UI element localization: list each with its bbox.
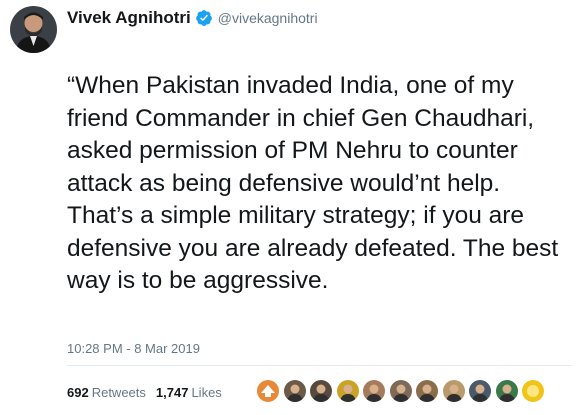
liker-avatar-image xyxy=(363,380,385,402)
likes-count: 1,747 xyxy=(155,385,189,400)
liker-avatar-image xyxy=(389,380,412,402)
liker-avatar-image xyxy=(469,380,491,402)
author-name[interactable]: Vivek Agnihotri xyxy=(67,8,191,28)
liker-avatar[interactable] xyxy=(521,379,545,403)
liker-avatar-image xyxy=(495,380,518,402)
liker-avatar[interactable] xyxy=(256,379,280,403)
retweets-count: 692 xyxy=(67,385,89,400)
liker-avatar[interactable] xyxy=(309,379,333,403)
liker-avatar-image xyxy=(283,380,306,402)
avatar-image xyxy=(10,6,57,53)
author-handle[interactable]: @vivekagnihotri xyxy=(218,10,318,26)
liker-avatar-image xyxy=(522,380,544,402)
liker-avatars xyxy=(256,379,548,403)
liker-avatar[interactable] xyxy=(415,379,439,403)
tweet-stats: 692 Retweets 1,747 Likes xyxy=(67,385,222,400)
liker-avatar[interactable] xyxy=(494,379,519,403)
likes-label: Likes xyxy=(191,385,222,400)
likes-stat[interactable]: 1,747 Likes xyxy=(156,385,222,400)
retweets-stat[interactable]: 692 Retweets xyxy=(67,385,146,400)
liker-avatar[interactable] xyxy=(335,379,360,403)
liker-avatar-image xyxy=(416,380,438,402)
author-row: Vivek Agnihotri @vivekagnihotri xyxy=(67,8,318,28)
tweet-card: Vivek Agnihotri @vivekagnihotri “When Pa… xyxy=(0,0,580,415)
liker-avatar-image xyxy=(257,380,279,402)
liker-avatar[interactable] xyxy=(468,379,492,403)
liker-avatar[interactable] xyxy=(282,379,307,403)
verified-badge-icon xyxy=(195,10,212,26)
divider xyxy=(67,365,572,366)
liker-avatar-image xyxy=(442,380,465,402)
avatar[interactable] xyxy=(10,6,57,53)
tweet-timestamp[interactable]: 10:28 PM - 8 Mar 2019 xyxy=(67,341,200,356)
liker-avatar[interactable] xyxy=(441,379,466,403)
liker-avatar[interactable] xyxy=(362,379,386,403)
liker-avatar[interactable] xyxy=(388,379,413,403)
liker-avatar-image xyxy=(336,380,359,402)
retweets-label: Retweets xyxy=(91,385,146,400)
tweet-text: “When Pakistan invaded India, one of my … xyxy=(67,72,559,294)
liker-avatar-image xyxy=(310,380,332,402)
